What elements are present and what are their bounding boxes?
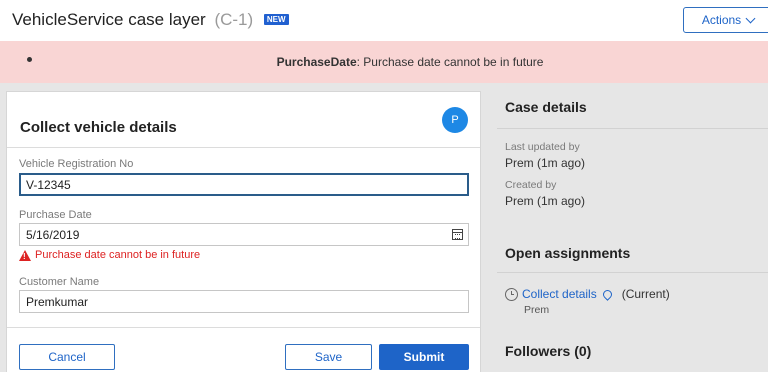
error-message: PurchaseDate: Purchase date cannot be in… <box>0 55 768 69</box>
purchase-date-value: 5/16/2019 <box>26 228 80 242</box>
chevron-down-icon <box>745 13 756 23</box>
created-by-value: Prem (1m ago) <box>505 194 586 208</box>
case-details-title: Case details <box>505 99 587 115</box>
submit-button[interactable]: Submit <box>379 344 469 370</box>
main-area: Collect vehicle details P Vehicle Regist… <box>0 83 768 372</box>
divider <box>7 327 480 328</box>
open-assignments-title: Open assignments <box>505 245 631 261</box>
calendar-icon[interactable] <box>452 229 463 240</box>
customer-name-label: Customer Name <box>19 276 100 288</box>
assignment-status: (Current) <box>621 287 670 301</box>
actions-button[interactable]: Actions <box>683 7 768 33</box>
actions-label: Actions <box>701 13 742 27</box>
last-updated-value: Prem (1m ago) <box>505 156 586 170</box>
location-pin-icon <box>600 287 614 301</box>
assignment-item: Collect details (Current) <box>505 287 670 301</box>
customer-name-input[interactable]: Premkumar <box>19 290 469 313</box>
form-title: Collect vehicle details <box>20 119 177 136</box>
divider <box>497 128 768 129</box>
form-card: Collect vehicle details P Vehicle Regist… <box>6 91 481 372</box>
purchase-date-error-text: Purchase date cannot be in future <box>35 249 201 261</box>
assignment-link[interactable]: Collect details <box>522 287 597 301</box>
new-badge: NEW <box>263 14 289 25</box>
assignment-assignee: Prem <box>524 304 550 316</box>
warning-icon: ! <box>19 249 31 261</box>
avatar[interactable]: P <box>442 107 468 133</box>
clock-icon <box>505 287 518 301</box>
divider <box>497 272 768 273</box>
created-by-label: Created by <box>505 179 557 191</box>
followers-title: Followers (0) <box>505 343 592 359</box>
vehicle-registration-label: Vehicle Registration No <box>19 158 134 170</box>
error-field-name: PurchaseDate <box>276 55 357 69</box>
purchase-date-label: Purchase Date <box>19 209 92 221</box>
purchase-date-input[interactable]: 5/16/2019 <box>19 223 469 246</box>
error-text: : Purchase date cannot be in future <box>356 55 544 69</box>
page-title: VehicleService case layer (C-1) NEW <box>12 10 289 30</box>
cancel-button[interactable]: Cancel <box>19 344 115 370</box>
case-title: VehicleService case layer <box>12 10 206 29</box>
save-button[interactable]: Save <box>285 344 372 370</box>
divider <box>7 147 480 148</box>
purchase-date-error: ! Purchase date cannot be in future <box>19 249 200 261</box>
case-id: (C-1) <box>214 10 254 29</box>
last-updated-label: Last updated by <box>505 141 580 153</box>
error-banner: PurchaseDate: Purchase date cannot be in… <box>0 41 768 83</box>
case-header: VehicleService case layer (C-1) NEW Acti… <box>0 0 768 41</box>
vehicle-registration-input[interactable]: V-12345 <box>19 173 469 196</box>
